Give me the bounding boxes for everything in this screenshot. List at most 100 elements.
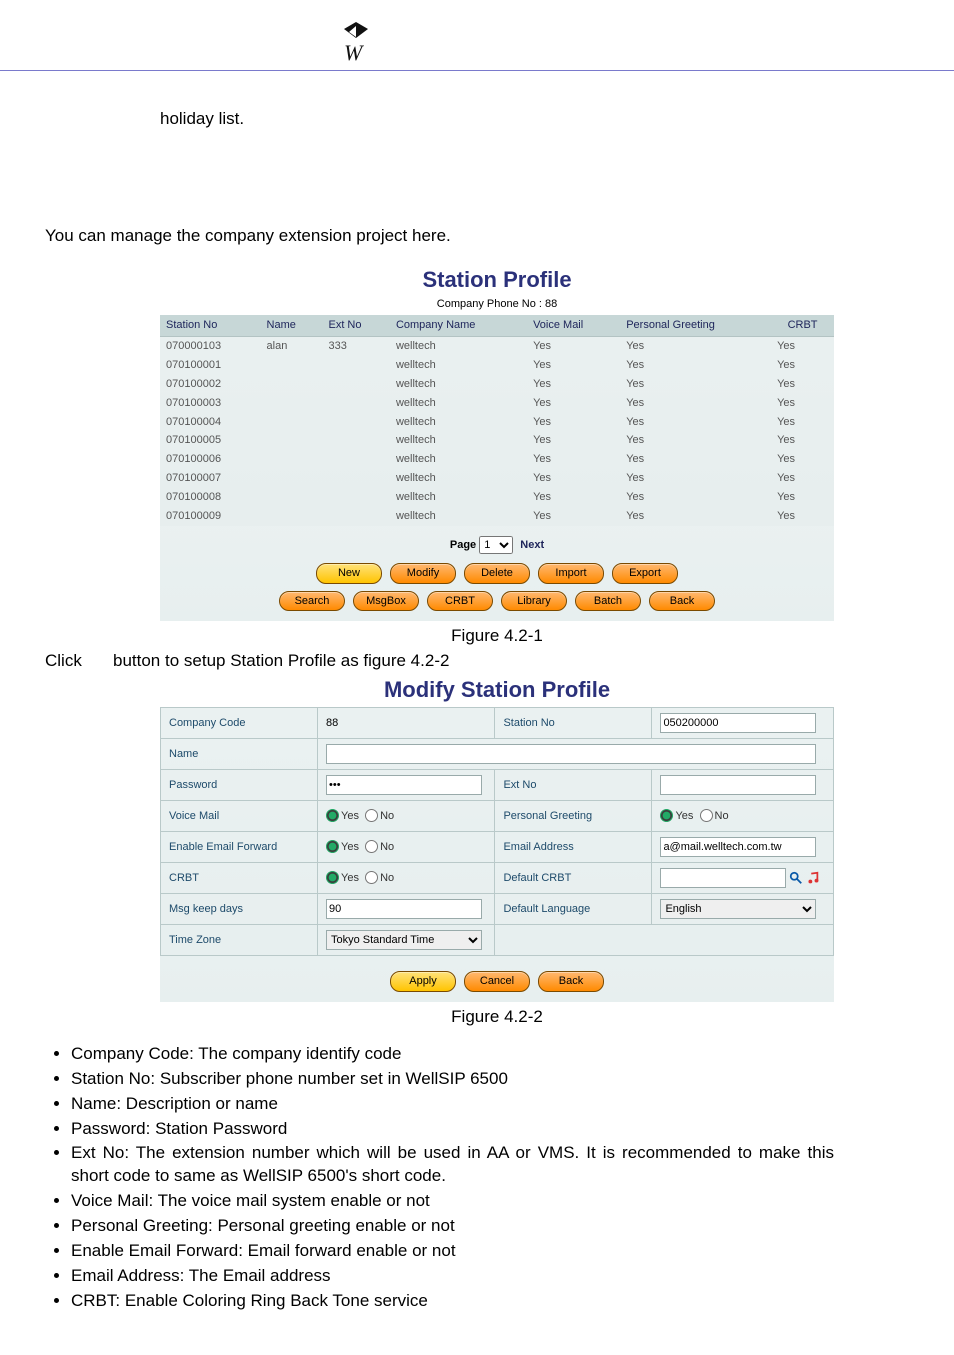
field-input[interactable] <box>660 837 816 857</box>
holiday-line: holiday list. <box>160 108 834 131</box>
form-label: Enable Email Forward <box>161 831 318 862</box>
svg-text:W: W <box>344 40 364 64</box>
col-personal-greeting: Personal Greeting <box>620 315 771 336</box>
crbt-button[interactable]: CRBT <box>427 591 493 612</box>
intro-line: You can manage the company extension pro… <box>45 225 834 248</box>
col-station-no: Station No <box>160 315 261 336</box>
field-desc-item: Company Code: The company identify code <box>71 1043 834 1066</box>
form-label: Ext No <box>495 769 652 800</box>
table-row[interactable]: 070000103alan333welltechYesYesYes <box>160 337 834 356</box>
station-profile-grid: Station NoNameExt NoCompany NameVoice Ma… <box>160 315 834 525</box>
pager: Page 1 Next <box>160 536 834 554</box>
field-desc-item: CRBT: Enable Coloring Ring Back Tone ser… <box>71 1290 834 1313</box>
figure-4-2-2-caption: Figure 4.2-2 <box>160 1006 834 1029</box>
default-crbt-input[interactable] <box>660 868 786 888</box>
form-label: CRBT <box>161 862 318 893</box>
field-input[interactable] <box>326 899 482 919</box>
field-desc-item: Voice Mail: The voice mail system enable… <box>71 1190 834 1213</box>
import-button[interactable]: Import <box>538 563 604 584</box>
field-input[interactable] <box>660 713 816 733</box>
modify-button[interactable]: Modify <box>390 563 456 584</box>
field-desc-item: Enable Email Forward: Email forward enab… <box>71 1240 834 1263</box>
form-label: Password <box>161 769 318 800</box>
table-row[interactable]: 070100008welltechYesYesYes <box>160 488 834 507</box>
form-label: Voice Mail <box>161 800 318 831</box>
radio-group[interactable]: Yes No <box>326 872 394 884</box>
table-row[interactable]: 070100009welltechYesYesYes <box>160 507 834 526</box>
radio-no[interactable] <box>365 840 378 853</box>
field-desc-item: Email Address: The Email address <box>71 1265 834 1288</box>
radio-no[interactable] <box>700 809 713 822</box>
form-label: Default CRBT <box>495 862 652 893</box>
form-label: Name <box>161 738 318 769</box>
figure-4-2-1-caption: Figure 4.2-1 <box>160 625 834 648</box>
table-row[interactable]: 070100003welltechYesYesYes <box>160 394 834 413</box>
search-icon[interactable] <box>789 871 803 885</box>
page-header: W <box>0 0 954 71</box>
field-desc-item: Name: Description or name <box>71 1093 834 1116</box>
music-icon[interactable] <box>806 871 820 885</box>
radio-no[interactable] <box>365 809 378 822</box>
field-input[interactable] <box>660 775 816 795</box>
col-company-name: Company Name <box>390 315 527 336</box>
library-button[interactable]: Library <box>501 591 567 612</box>
name-input[interactable] <box>326 744 816 764</box>
language-select[interactable]: English <box>660 899 816 919</box>
field-desc-item: Ext No: The extension number which will … <box>71 1142 834 1188</box>
button-row-2: Search MsgBox CRBT Library Batch Back <box>160 588 834 612</box>
form-label: Email Address <box>495 831 652 862</box>
col-voice-mail: Voice Mail <box>527 315 620 336</box>
pager-next-link[interactable]: Next <box>520 539 544 551</box>
password-input[interactable] <box>326 775 482 795</box>
timezone-select[interactable]: Tokyo Standard Time <box>326 930 482 950</box>
col-crbt: CRBT <box>771 315 834 336</box>
click-word: Click <box>45 650 103 673</box>
back-button[interactable]: Back <box>538 971 604 992</box>
delete-button[interactable]: Delete <box>464 563 530 584</box>
modify-button-row: Apply Cancel Back <box>160 960 834 992</box>
apply-button[interactable]: Apply <box>390 971 456 992</box>
radio-no[interactable] <box>365 871 378 884</box>
radio-group[interactable]: Yes No <box>326 810 394 822</box>
table-row[interactable]: 070100004welltechYesYesYes <box>160 413 834 432</box>
radio-group[interactable]: Yes No <box>326 841 394 853</box>
station-profile-subtitle: Company Phone No : 88 <box>160 297 834 312</box>
table-row[interactable]: 070100006welltechYesYesYes <box>160 450 834 469</box>
form-label: Company Code <box>161 707 318 738</box>
pager-label: Page <box>450 539 476 551</box>
form-label: Time Zone <box>161 924 318 955</box>
msgbox-button[interactable]: MsgBox <box>353 591 419 612</box>
new-button[interactable]: New <box>316 563 382 584</box>
col-name: Name <box>261 315 323 336</box>
radio-group[interactable]: Yes No <box>660 810 728 822</box>
button-row-1: New Modify Delete Import Export <box>160 560 834 584</box>
field-definition-list: Company Code: The company identify codeS… <box>45 1043 834 1313</box>
pager-select[interactable]: 1 <box>479 536 513 554</box>
logo-icon: W <box>330 20 386 69</box>
modify-title: Modify Station Profile <box>160 675 834 705</box>
form-label: Default Language <box>495 893 652 924</box>
field-desc-item: Password: Station Password <box>71 1118 834 1141</box>
cancel-button[interactable]: Cancel <box>464 971 530 992</box>
radio-yes[interactable] <box>326 840 339 853</box>
form-label: Station No <box>495 707 652 738</box>
table-row[interactable]: 070100001welltechYesYesYes <box>160 356 834 375</box>
radio-yes[interactable] <box>326 809 339 822</box>
click-rest: button to setup Station Profile as figur… <box>113 651 449 670</box>
modify-form: Company Code88Station NoNamePasswordExt … <box>160 707 834 956</box>
table-row[interactable]: 070100005welltechYesYesYes <box>160 431 834 450</box>
batch-button[interactable]: Batch <box>575 591 641 612</box>
field-desc-item: Personal Greeting: Personal greeting ena… <box>71 1215 834 1238</box>
col-ext-no: Ext No <box>322 315 389 336</box>
radio-yes[interactable] <box>660 809 673 822</box>
field-desc-item: Station No: Subscriber phone number set … <box>71 1068 834 1091</box>
search-button[interactable]: Search <box>279 591 345 612</box>
form-label: Msg keep days <box>161 893 318 924</box>
table-row[interactable]: 070100002welltechYesYesYes <box>160 375 834 394</box>
back-button[interactable]: Back <box>649 591 715 612</box>
form-label: Personal Greeting <box>495 800 652 831</box>
export-button[interactable]: Export <box>612 563 678 584</box>
radio-yes[interactable] <box>326 871 339 884</box>
table-row[interactable]: 070100007welltechYesYesYes <box>160 469 834 488</box>
station-profile-title: Station Profile <box>160 265 834 295</box>
